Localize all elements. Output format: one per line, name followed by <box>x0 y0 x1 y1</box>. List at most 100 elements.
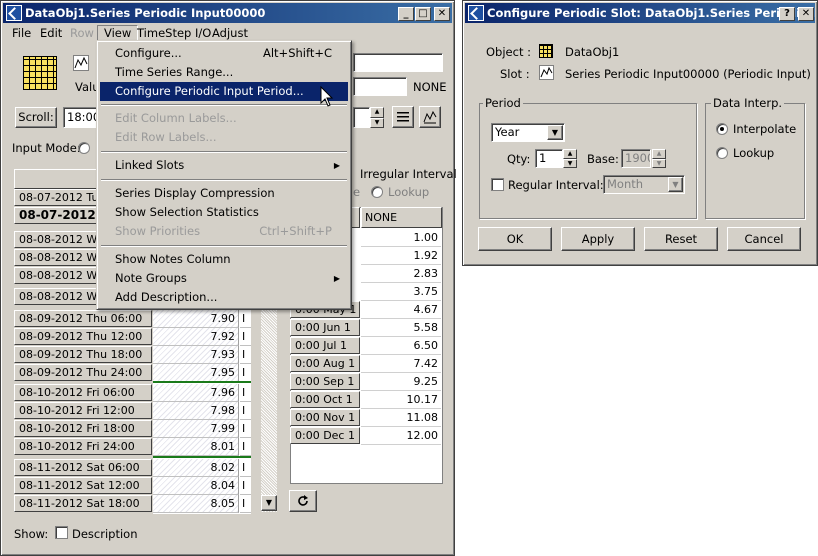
view-menu-item-show-notes-column[interactable]: Show Notes Column <box>100 250 348 269</box>
periodic-row-date[interactable]: 0:00 Nov 1 <box>290 409 360 426</box>
periodic-cell-value[interactable]: 1.00 <box>361 229 441 247</box>
scroll-button[interactable]: Scroll: <box>15 107 57 128</box>
view-menu-item-linked-slots[interactable]: Linked Slots ▶ <box>100 156 348 175</box>
dialog-title-bar[interactable]: Configure Periodic Slot: DataObj1.Series… <box>465 3 815 23</box>
table-row-date[interactable]: 08-11-2012 Sat 06:00 <box>14 459 152 476</box>
lookup-radio[interactable] <box>371 186 383 198</box>
input-mode-radio[interactable] <box>78 142 90 154</box>
scroll-down-arrow[interactable]: ▼ <box>261 495 277 511</box>
table-row-date[interactable]: 08-09-2012 Thu 06:00 <box>14 310 152 327</box>
table-cell-value[interactable]: 7.96 <box>153 384 239 402</box>
qty-field[interactable]: 1 <box>535 149 563 168</box>
table-row-date[interactable]: 08-10-2012 Fri 06:00 <box>14 384 152 401</box>
view-menu-item-series-display-compression[interactable]: Series Display Compression <box>100 184 348 203</box>
lookup-radio-dialog[interactable] <box>716 147 728 159</box>
periodic-cell-value[interactable]: 10.17 <box>361 391 441 409</box>
graph-icon[interactable] <box>73 55 89 71</box>
table-cell-value[interactable]: 8.04 <box>153 477 239 495</box>
table-cell-value[interactable]: 8.02 <box>153 459 239 477</box>
periodic-row-date[interactable]: 0:00 Aug 1 <box>290 355 360 372</box>
periodic-row-date[interactable]: 0:00 Dec 1 <box>290 427 360 444</box>
periodic-cell-value[interactable]: 11.08 <box>361 409 441 427</box>
periodic-cell-value[interactable]: 3.75 <box>361 283 441 301</box>
table-row-date[interactable]: 08-10-2012 Fri 24:00 <box>14 438 152 455</box>
ok-button[interactable]: OK <box>478 227 552 251</box>
table-row-date[interactable]: 08-11-2012 Sat 12:00 <box>14 477 152 494</box>
apply-button[interactable]: Apply <box>561 227 635 251</box>
table-cell-flag[interactable]: I <box>240 402 251 420</box>
periodic-row-date[interactable]: 0:00 Sep 1 <box>290 373 360 390</box>
table-cell-flag[interactable]: I <box>240 495 251 513</box>
table-row-date[interactable]: 08-09-2012 Thu 18:00 <box>14 346 152 363</box>
table-cell-flag[interactable]: I <box>240 346 251 364</box>
regular-interval-dropdown-arrow[interactable]: ▼ <box>668 177 683 192</box>
view-menu-item-edit-column-labels[interactable]: Edit Column Labels... <box>100 109 348 128</box>
interpolate-radio[interactable] <box>716 123 728 135</box>
periodic-cell-value[interactable]: 5.58 <box>361 319 441 337</box>
menu-file[interactable]: File <box>6 25 37 42</box>
table-cell-value[interactable]: 7.90 <box>153 310 239 328</box>
table-cell-value[interactable]: 7.93 <box>153 346 239 364</box>
table-cell-value[interactable]: 7.99 <box>153 420 239 438</box>
view-menu-item-show-selection-statistics[interactable]: Show Selection Statistics <box>100 203 348 222</box>
table-cell-flag[interactable]: I <box>240 328 251 346</box>
scroll-time-field[interactable]: 18:00 <box>63 107 99 128</box>
table-cell-flag[interactable]: I <box>240 438 251 456</box>
refresh-button[interactable] <box>289 490 317 512</box>
view-menu-item-show-priorities[interactable]: Show Priorities Ctrl+Shift+P <box>100 222 348 241</box>
periodic-row-date[interactable]: 0:00 Jun 1 <box>290 319 360 336</box>
dialog-close-icon[interactable]: ✕ <box>798 7 814 21</box>
view-menu-item-configure[interactable]: Configure... Alt+Shift+C <box>100 44 348 63</box>
list-view-button[interactable] <box>392 106 414 128</box>
table-cell-value[interactable]: 7.95 <box>153 364 239 382</box>
base-field[interactable]: 1900 <box>621 149 651 168</box>
slot-name-field[interactable] <box>353 53 443 72</box>
minimize-icon[interactable]: _ <box>398 7 414 21</box>
periodic-cell-value[interactable]: 1.92 <box>361 247 441 265</box>
periodic-cell-value[interactable]: 7.42 <box>361 355 441 373</box>
scroll-spin-down[interactable]: ▼ <box>370 118 384 128</box>
table-cell-value[interactable]: 7.92 <box>153 328 239 346</box>
main-title-bar[interactable]: DataObj1.Series Periodic Input00000 _ □ … <box>3 3 452 23</box>
period-dropdown-arrow[interactable]: ▼ <box>547 125 563 140</box>
help-icon[interactable]: ? <box>779 7 795 21</box>
table-cell-flag[interactable]: I <box>240 364 251 382</box>
cancel-button[interactable]: Cancel <box>727 227 801 251</box>
table-cell-value[interactable]: 8.01 <box>153 438 239 456</box>
plot-button[interactable] <box>419 106 441 128</box>
regular-interval-checkbox[interactable] <box>491 178 504 191</box>
view-menu-item-edit-row-labels[interactable]: Edit Row Labels... <box>100 128 348 147</box>
table-row-date[interactable]: 08-10-2012 Fri 12:00 <box>14 402 152 419</box>
description-checkbox[interactable] <box>55 526 68 539</box>
periodic-row-date[interactable]: 0:00 Oct 1 <box>290 391 360 408</box>
base-spin-down[interactable]: ▼ <box>652 159 666 168</box>
periodic-cell-value[interactable]: 4.67 <box>361 301 441 319</box>
scroll-spin-up[interactable]: ▲ <box>370 107 384 118</box>
table-cell-value[interactable]: 7.98 <box>153 402 239 420</box>
table-cell-flag[interactable]: I <box>240 310 251 328</box>
view-menu-item-configure-periodic-input-period[interactable]: Configure Periodic Input Period... <box>100 82 348 101</box>
view-menu-item-time-series-range[interactable]: Time Series Range... <box>100 63 348 82</box>
table-row-date[interactable]: 08-09-2012 Thu 12:00 <box>14 328 152 345</box>
table-cell-flag[interactable]: I <box>240 477 251 495</box>
close-icon[interactable]: ✕ <box>434 7 450 21</box>
periodic-row-date[interactable]: 0:00 Jul 1 <box>290 337 360 354</box>
periodic-cell-value[interactable]: 2.83 <box>361 265 441 283</box>
table-row-date[interactable]: 08-11-2012 Sat 18:00 <box>14 495 152 512</box>
base-spin-up[interactable]: ▲ <box>652 149 666 159</box>
periodic-cell-value[interactable]: 9.25 <box>361 373 441 391</box>
reset-button[interactable]: Reset <box>644 227 718 251</box>
qty-spin-down[interactable]: ▼ <box>563 159 577 168</box>
periodic-cell-value[interactable]: 6.50 <box>361 337 441 355</box>
table-cell-flag[interactable]: I <box>240 420 251 438</box>
periodic-cell-value[interactable]: 12.00 <box>361 427 441 445</box>
scroll-time-extension[interactable] <box>353 107 370 128</box>
qty-spin-up[interactable]: ▲ <box>563 149 577 159</box>
table-row-date[interactable]: 08-09-2012 Thu 24:00 <box>14 364 152 381</box>
table-cell-flag[interactable]: I <box>240 384 251 402</box>
table-row-date[interactable]: 08-10-2012 Fri 18:00 <box>14 420 152 437</box>
view-menu-item-note-groups[interactable]: Note Groups ▶ <box>100 269 348 288</box>
table-cell-value[interactable]: 8.05 <box>153 495 239 513</box>
maximize-icon[interactable]: □ <box>415 7 431 21</box>
units-field[interactable] <box>353 77 407 96</box>
